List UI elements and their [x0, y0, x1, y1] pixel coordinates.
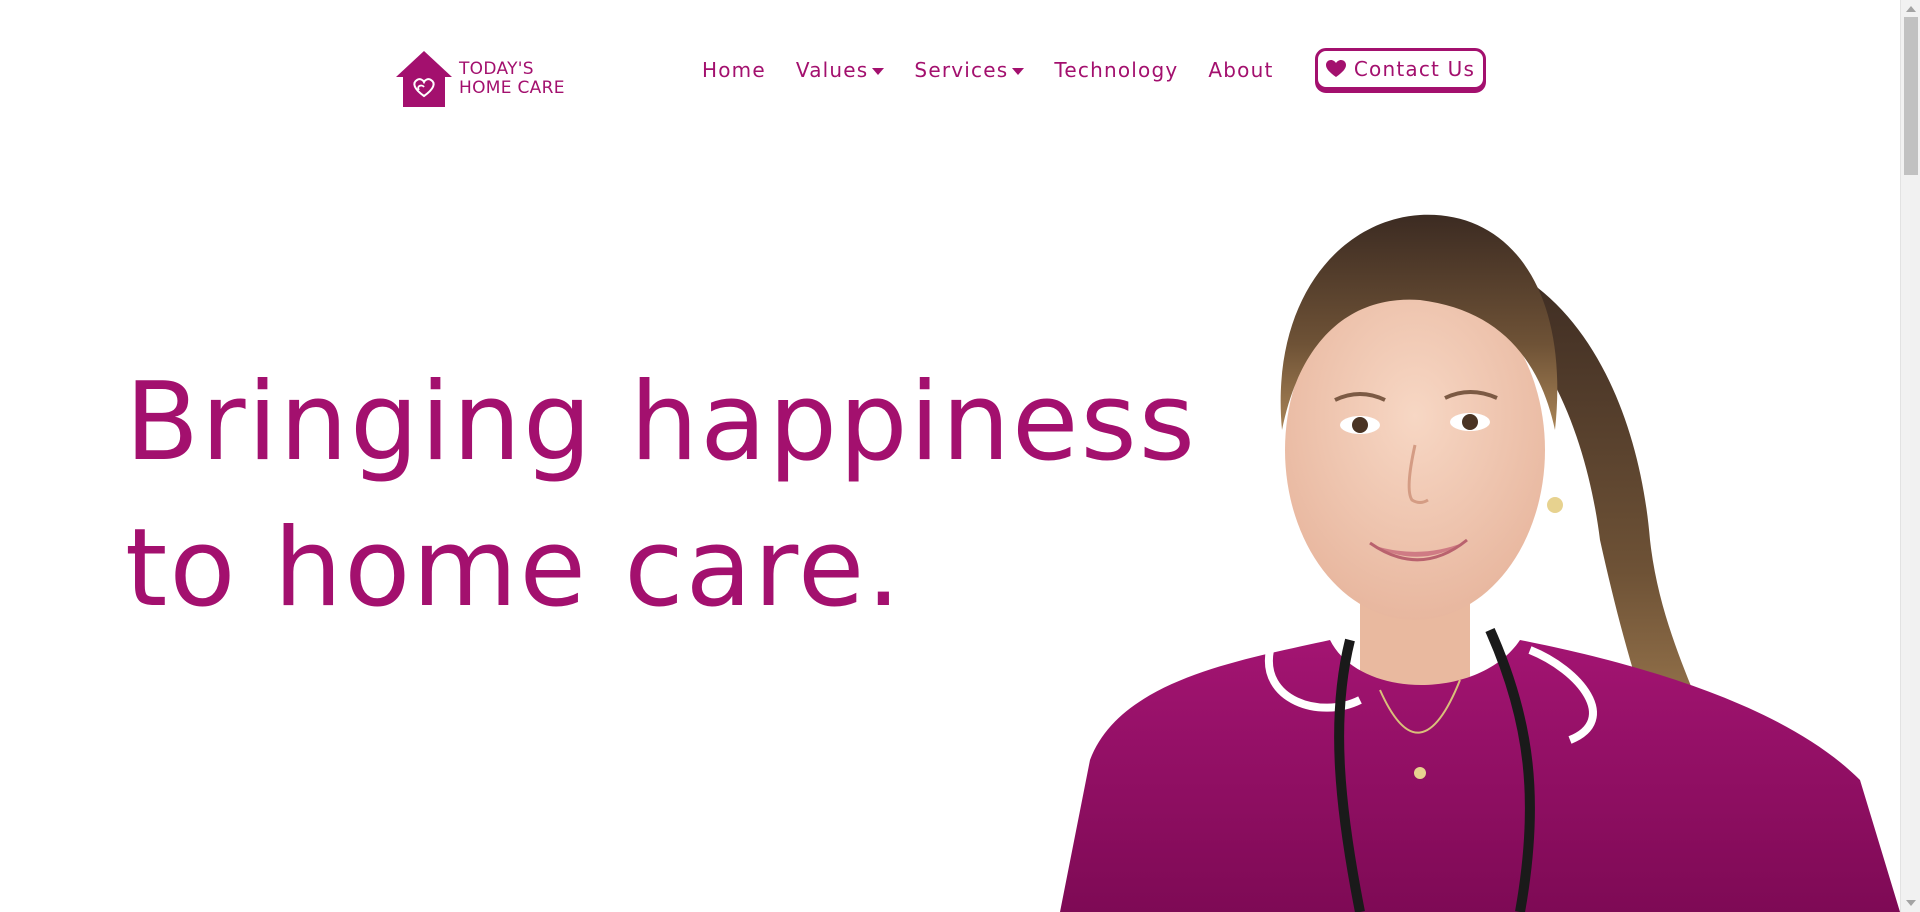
brand-name-line1: TODAY'S — [459, 59, 534, 79]
nav-values[interactable]: Values — [796, 58, 885, 82]
brand-name-line2: HOME CARE — [459, 78, 565, 98]
brand-name: TODAY'S HOME CARE — [459, 60, 565, 98]
nav-services[interactable]: Services — [914, 58, 1025, 82]
nav-services-label: Services — [914, 58, 1009, 82]
nav-about-label: About — [1208, 58, 1274, 82]
brand-logo[interactable]: TODAY'S HOME CARE — [395, 50, 565, 108]
nav-about[interactable]: About — [1208, 58, 1273, 82]
scroll-up-icon[interactable] — [1906, 6, 1916, 12]
scroll-down-icon[interactable] — [1906, 900, 1916, 906]
caret-down-icon — [1012, 67, 1025, 75]
page: TODAY'S HOME CARE Home Values Services T… — [0, 0, 1900, 912]
nav-technology[interactable]: Technology — [1054, 58, 1178, 82]
nav-home-label: Home — [702, 58, 766, 82]
heart-icon — [1325, 60, 1346, 78]
hero-heading-line1: Bringing happiness — [125, 360, 1198, 485]
main-nav: Home Values Services Technology About — [702, 58, 1304, 82]
hero-heading: Bringing happiness to home care. — [125, 350, 1197, 642]
vertical-scrollbar[interactable] — [1900, 0, 1920, 912]
contact-us-label: Contact Us — [1353, 57, 1476, 81]
scrollbar-thumb[interactable] — [1904, 17, 1918, 175]
nav-values-label: Values — [795, 58, 869, 82]
smiling-nurse-photo — [1060, 160, 1900, 912]
contact-us-button[interactable]: Contact Us — [1315, 48, 1486, 90]
caret-down-icon — [872, 67, 885, 75]
nav-home[interactable]: Home — [702, 58, 766, 82]
nav-technology-label: Technology — [1054, 58, 1179, 82]
hero-heading-line2: to home care. — [125, 506, 903, 631]
house-heart-icon — [395, 50, 453, 108]
